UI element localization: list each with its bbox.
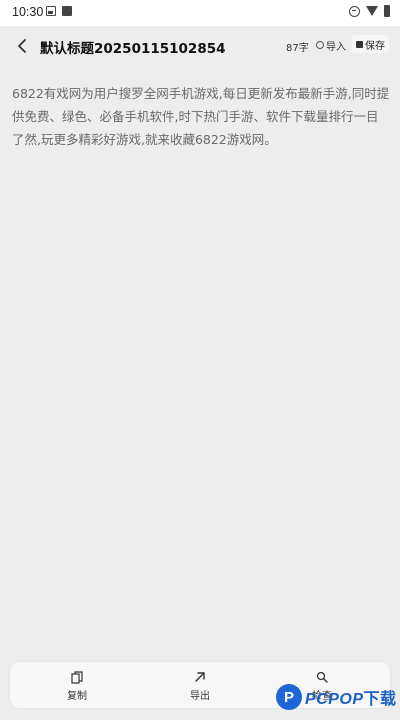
watermark-p-icon: P bbox=[276, 684, 302, 710]
export-label: 导出 bbox=[190, 691, 210, 702]
export-button[interactable]: 导出 bbox=[170, 668, 230, 704]
status-icons-left bbox=[46, 6, 72, 16]
save-icon bbox=[356, 40, 363, 48]
chevron-left-icon bbox=[18, 39, 26, 53]
import-button[interactable]: 导入 bbox=[316, 37, 346, 53]
watermark-suffix: 下载 bbox=[363, 689, 397, 708]
arrow-up-right-icon bbox=[194, 670, 206, 684]
editor-text[interactable]: 6822有戏网为用户搜罗全网手机游戏,每日更新发布最新手游,同时提供免费、绿色、… bbox=[12, 82, 390, 151]
word-count: 87字 bbox=[286, 43, 309, 54]
watermark-brand: PCPOP bbox=[305, 691, 364, 708]
watermark-logo: P PCPOP下载 bbox=[276, 682, 397, 712]
page-title[interactable]: 默认标题20250115102854 bbox=[40, 37, 226, 57]
header: 默认标题20250115102854 87字 导入 保存 bbox=[0, 26, 400, 66]
import-label: 导入 bbox=[326, 41, 346, 53]
save-label: 保存 bbox=[365, 40, 385, 52]
wifi-icon bbox=[366, 6, 378, 16]
copy-button[interactable]: 复制 bbox=[47, 668, 107, 704]
watermark-text: PCPOP下载 bbox=[305, 685, 397, 709]
square-icon bbox=[62, 6, 72, 16]
editor-area[interactable]: 6822有戏网为用户搜罗全网手机游戏,每日更新发布最新手游,同时提供免费、绿色、… bbox=[0, 66, 400, 656]
status-icons-right bbox=[349, 5, 390, 17]
minus-circle-icon bbox=[349, 5, 360, 17]
status-time: 10:30 bbox=[12, 5, 44, 19]
import-icon bbox=[316, 41, 324, 49]
back-button[interactable] bbox=[8, 32, 36, 60]
copy-icon bbox=[71, 670, 83, 684]
status-bar: 10:30 bbox=[0, 0, 400, 26]
battery-icon bbox=[384, 5, 390, 17]
image-icon bbox=[46, 6, 56, 16]
save-button[interactable]: 保存 bbox=[352, 35, 389, 53]
copy-label: 复制 bbox=[67, 691, 87, 702]
